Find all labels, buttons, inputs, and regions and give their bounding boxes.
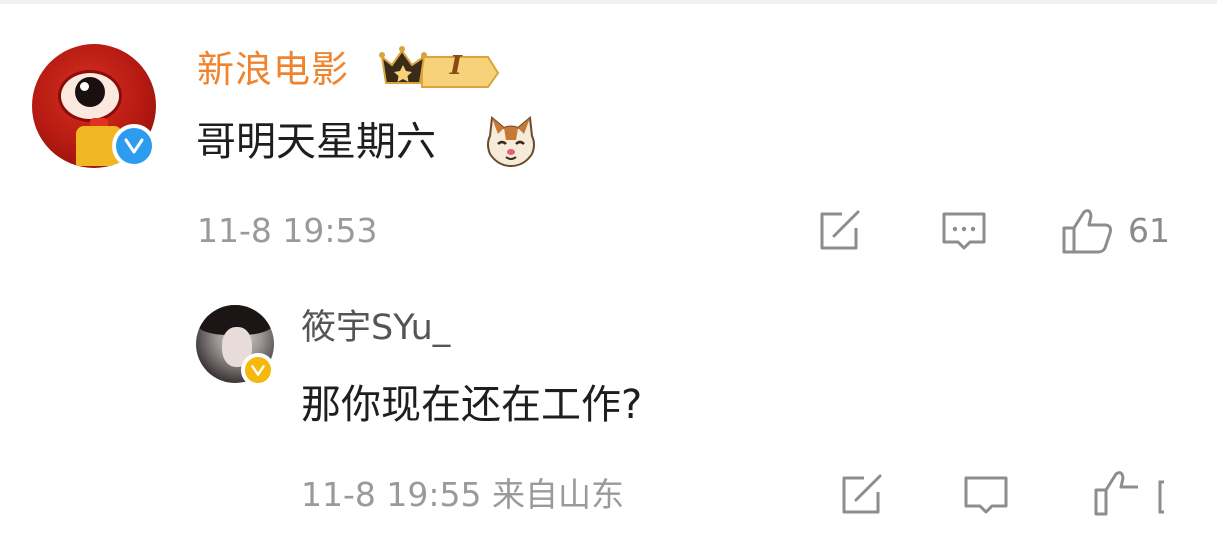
comment-icon (942, 212, 986, 250)
reply-timestamp: 11-8 19:55 来自山东 (301, 475, 624, 514)
reply-share-button[interactable] (838, 472, 886, 518)
reply-comment-button[interactable] (962, 472, 1010, 518)
like-button[interactable]: 61 (1060, 206, 1170, 256)
timestamp: 11-8 19:53 (197, 211, 378, 250)
logo-pupil (75, 77, 105, 107)
top-divider (0, 0, 1217, 4)
thumbs-up-icon (1094, 471, 1138, 516)
cat-face-emoji-icon (484, 114, 538, 168)
share-icon (842, 474, 882, 514)
share-button[interactable] (816, 208, 864, 254)
comment-button[interactable] (940, 208, 988, 254)
reply-text: 那你现在还在工作? (301, 382, 643, 428)
comment-text: 哥明天星期六 (196, 119, 436, 165)
verified-blue-icon (112, 124, 156, 168)
reply-like-button[interactable] (1092, 468, 1146, 518)
like-count: 61 (1128, 211, 1170, 250)
share-icon (820, 210, 860, 250)
comment-icon (964, 476, 1008, 514)
vip-level-label: I (449, 51, 463, 81)
username[interactable]: 新浪电影 (197, 44, 349, 96)
thumbs-up-icon (1062, 209, 1112, 254)
more-icon[interactable] (1156, 476, 1196, 516)
reply-username[interactable]: 筱宇SYu_ (301, 304, 450, 352)
crown-vip-icon[interactable] (378, 43, 502, 89)
logo-shine (80, 82, 89, 91)
verified-yellow-icon (241, 353, 275, 387)
